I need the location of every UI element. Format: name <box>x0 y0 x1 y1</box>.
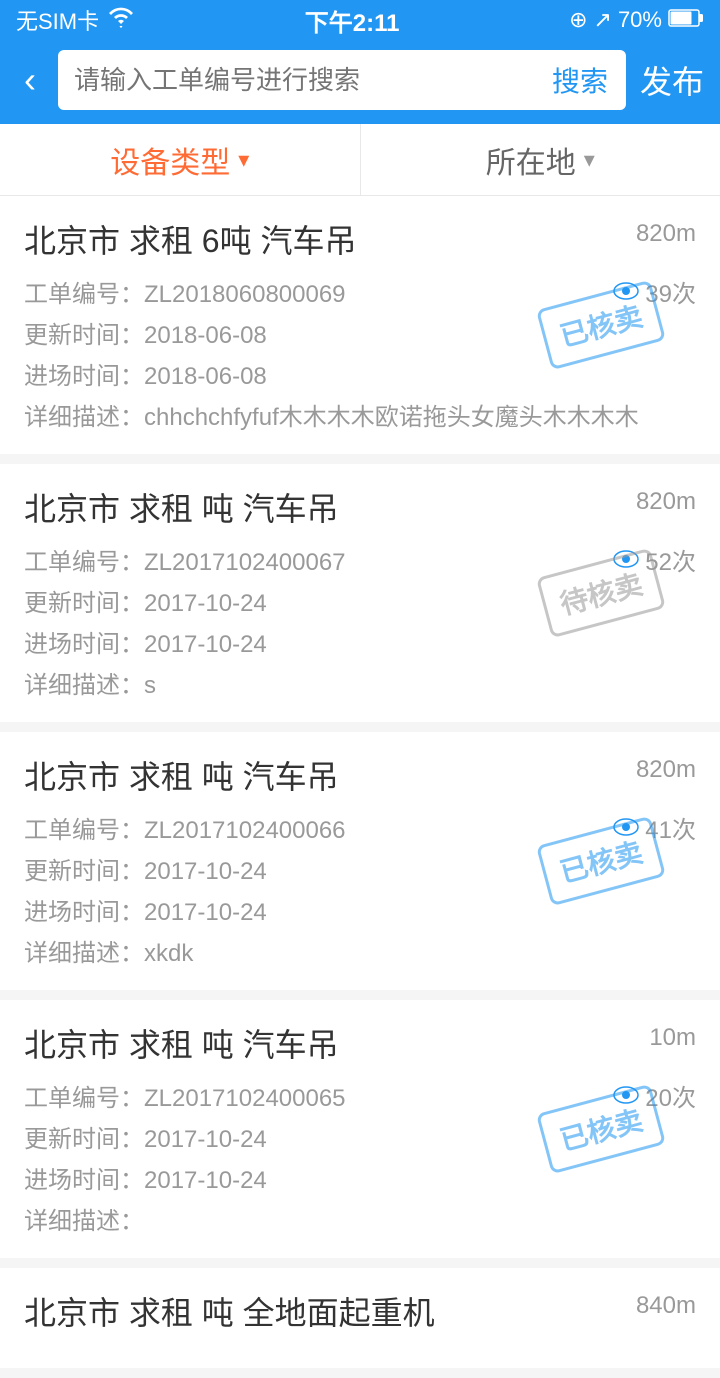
view-count: 39次 <box>613 274 696 309</box>
title-row: 北京市 求租 吨 全地面起重机 840m <box>24 1288 696 1334</box>
entry-time: 进场时间：2017-10-24 <box>24 1160 267 1195</box>
description: 详细描述： <box>24 1201 696 1236</box>
item-distance: 820m <box>636 488 696 516</box>
title-row: 北京市 求租 吨 汽车吊 820m <box>24 752 696 798</box>
search-input[interactable] <box>58 65 534 96</box>
publish-button[interactable]: 发布 <box>640 57 704 103</box>
list-item[interactable]: 北京市 求租 吨 汽车吊 820m 工单编号：ZL2017102400066 4… <box>0 732 720 990</box>
update-time: 更新时间：2017-10-24 <box>24 583 267 618</box>
eye-icon <box>613 1080 639 1111</box>
item-distance: 820m <box>636 756 696 784</box>
update-row: 更新时间：2017-10-24 <box>24 1119 696 1154</box>
eye-icon <box>613 544 639 575</box>
lock-icon: ⊕ <box>569 7 587 33</box>
order-no: 工单编号：ZL2018060800069 <box>24 274 346 309</box>
filter-location[interactable]: 所在地 ▾ <box>361 124 720 195</box>
list-item[interactable]: 北京市 求租 吨 汽车吊 10m 工单编号：ZL2017102400065 20… <box>0 1000 720 1258</box>
item-distance: 820m <box>636 220 696 248</box>
status-right: ⊕ ↗ 70% <box>569 7 704 33</box>
description: 详细描述：chhchchfyfuf木木木木欧诺拖头女魔头木木木木 <box>24 397 696 432</box>
eye-icon <box>613 812 639 843</box>
search-button[interactable]: 搜索 <box>534 60 626 100</box>
update-time: 更新时间：2017-10-24 <box>24 1119 267 1154</box>
filter-location-label: 所在地 <box>486 138 576 182</box>
view-count-label: 20次 <box>645 1078 696 1113</box>
header: ‹ 搜索 发布 <box>0 40 720 124</box>
entry-time: 进场时间：2017-10-24 <box>24 892 267 927</box>
chevron-location-icon: ▾ <box>584 147 595 173</box>
description: 详细描述：xkdk <box>24 933 696 968</box>
order-row: 工单编号：ZL2017102400066 41次 <box>24 810 696 845</box>
entry-row: 进场时间：2018-06-08 <box>24 356 696 391</box>
battery-label: 70% <box>618 7 662 33</box>
view-count: 41次 <box>613 810 696 845</box>
status-bar: 无SIM卡 下午2:11 ⊕ ↗ 70% <box>0 0 720 40</box>
chevron-type-icon: ▾ <box>238 147 249 173</box>
item-distance: 10m <box>649 1024 696 1052</box>
filter-type-label: 设备类型 <box>110 138 230 182</box>
update-row: 更新时间：2017-10-24 <box>24 583 696 618</box>
signal-icon: ↗ <box>594 7 612 33</box>
update-row: 更新时间：2017-10-24 <box>24 851 696 886</box>
title-row: 北京市 求租 吨 汽车吊 10m <box>24 1020 696 1066</box>
order-row: 工单编号：ZL2017102400067 52次 <box>24 542 696 577</box>
battery-icon <box>668 7 704 33</box>
update-row: 更新时间：2018-06-08 <box>24 315 696 350</box>
status-time: 下午2:11 <box>305 3 400 38</box>
wifi-icon <box>107 6 135 34</box>
list-item[interactable]: 北京市 求租 吨 全地面起重机 840m <box>0 1268 720 1368</box>
item-title: 北京市 求租 吨 全地面起重机 <box>24 1288 435 1334</box>
no-sim-label: 无SIM卡 <box>16 4 99 36</box>
eye-icon <box>613 276 639 307</box>
order-row: 工单编号：ZL2018060800069 39次 <box>24 274 696 309</box>
update-time: 更新时间：2018-06-08 <box>24 315 267 350</box>
filter-bar: 设备类型 ▾ 所在地 ▾ <box>0 124 720 196</box>
entry-row: 进场时间：2017-10-24 <box>24 892 696 927</box>
entry-time: 进场时间：2017-10-24 <box>24 624 267 659</box>
description: 详细描述：s <box>24 665 696 700</box>
item-title: 北京市 求租 吨 汽车吊 <box>24 752 339 798</box>
order-no: 工单编号：ZL2017102400065 <box>24 1078 346 1113</box>
list: 北京市 求租 6吨 汽车吊 820m 工单编号：ZL2018060800069 … <box>0 196 720 1368</box>
title-row: 北京市 求租 吨 汽车吊 820m <box>24 484 696 530</box>
order-row: 工单编号：ZL2017102400065 20次 <box>24 1078 696 1113</box>
item-title: 北京市 求租 6吨 汽车吊 <box>24 216 356 262</box>
entry-time: 进场时间：2018-06-08 <box>24 356 267 391</box>
status-left: 无SIM卡 <box>16 4 135 36</box>
view-count-label: 52次 <box>645 542 696 577</box>
order-no: 工单编号：ZL2017102400066 <box>24 810 346 845</box>
back-button[interactable]: ‹ <box>16 55 44 105</box>
entry-row: 进场时间：2017-10-24 <box>24 1160 696 1195</box>
view-count-label: 39次 <box>645 274 696 309</box>
title-row: 北京市 求租 6吨 汽车吊 820m <box>24 216 696 262</box>
search-bar: 搜索 <box>58 50 626 110</box>
view-count: 52次 <box>613 542 696 577</box>
item-title: 北京市 求租 吨 汽车吊 <box>24 1020 339 1066</box>
view-count: 20次 <box>613 1078 696 1113</box>
list-item[interactable]: 北京市 求租 吨 汽车吊 820m 工单编号：ZL2017102400067 5… <box>0 464 720 722</box>
list-item[interactable]: 北京市 求租 6吨 汽车吊 820m 工单编号：ZL2018060800069 … <box>0 196 720 454</box>
update-time: 更新时间：2017-10-24 <box>24 851 267 886</box>
item-title: 北京市 求租 吨 汽车吊 <box>24 484 339 530</box>
view-count-label: 41次 <box>645 810 696 845</box>
order-no: 工单编号：ZL2017102400067 <box>24 542 346 577</box>
item-distance: 840m <box>636 1292 696 1320</box>
entry-row: 进场时间：2017-10-24 <box>24 624 696 659</box>
filter-type[interactable]: 设备类型 ▾ <box>0 124 361 195</box>
